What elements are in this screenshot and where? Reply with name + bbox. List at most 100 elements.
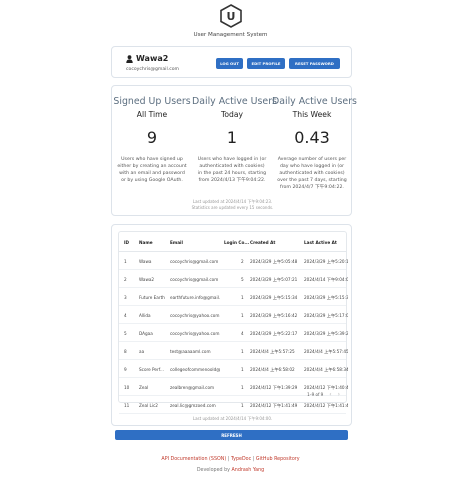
cell-id: 11 xyxy=(124,403,130,408)
cell-email: zeal.lic@gmzoed.com xyxy=(170,403,216,408)
user-name: Wawa2 xyxy=(136,54,169,63)
cell-login-count: 5 xyxy=(241,277,244,282)
user-email: cocoychris@gmail.com xyxy=(126,67,180,72)
cell-email: cocoychris@gmail.com xyxy=(170,277,219,282)
cell-created-at: 2024/3/29 上午5:22:17 xyxy=(250,331,298,336)
developer-link[interactable]: Andrash Yang xyxy=(232,468,265,473)
table-row[interactable]: 9 Score Perf... collegeofcommenoold@... 1 20… xyxy=(119,360,348,378)
next-page-icon[interactable]: › xyxy=(338,391,340,398)
stat-value: 9 xyxy=(146,128,158,147)
stat-dau-today: Daily Active Users Today 1 Users who hav… xyxy=(192,86,277,184)
stat-period: Today xyxy=(221,110,243,119)
column-header-created-at[interactable]: Created At xyxy=(250,240,300,245)
cell-email: zealbren@gmail.com xyxy=(170,385,215,390)
prev-page-icon[interactable]: ‹ xyxy=(329,391,331,398)
table-row[interactable]: 3 Future Earth earthfuture.info@gmail.c...… xyxy=(119,288,348,306)
cell-last-active: 2024/3/29 上午5:17:09 xyxy=(304,313,348,318)
cell-email: cocoychris@gmail.com xyxy=(170,259,219,264)
footer-developer: Developed by Andrash Yang xyxy=(0,468,461,473)
cell-login-count: 1 xyxy=(241,385,244,390)
app-title: User Management System xyxy=(193,32,268,38)
stat-title: Daily Active Users xyxy=(192,96,277,107)
table-row[interactable]: 2 Wawa2 cocoychris@gmail.com 5 2024/3/29 上午5… xyxy=(119,270,348,288)
cell-last-active: 2024/4/4 上午6:58:34 xyxy=(304,367,348,372)
cell-name: Zeal xyxy=(139,385,149,390)
column-header-name[interactable]: Name xyxy=(139,240,165,245)
cell-email: test@aaaaaml.com xyxy=(170,349,211,354)
table-row[interactable]: 8 aa test@aaaaaml.com 1 2024/4/4 上午5:57:25 20… xyxy=(119,342,348,360)
cell-login-count: 2 xyxy=(241,259,244,264)
cell-created-at: 2024/3/29 上午5:05:48 xyxy=(250,259,298,264)
cell-id: 8 xyxy=(124,349,127,354)
table-header: ID Name Email Login Co... Created At Las… xyxy=(119,232,346,252)
cell-login-count: 4 xyxy=(241,331,244,336)
user-icon xyxy=(126,54,133,63)
stat-dau-week: Daily Active Users This Week 0.43 Averag… xyxy=(272,86,357,191)
stat-period: All Time xyxy=(136,110,168,119)
user-card: Wawa2 cocoychris@gmail.com LOG OUT EDIT … xyxy=(111,46,352,78)
stat-value: 0.43 xyxy=(294,128,330,147)
cell-login-count: 1 xyxy=(241,403,244,408)
table-row[interactable]: 1 Wawa cocoychris@gmail.com 2 2024/3/29 上午5:… xyxy=(119,252,348,270)
cell-last-active: 2024/3/29 上午5:15:35 xyxy=(304,295,348,300)
cell-name: aa xyxy=(139,349,145,354)
cell-id: 10 xyxy=(124,385,130,390)
cell-id: 2 xyxy=(124,277,127,282)
header: U User Management System xyxy=(0,4,461,38)
column-header-email[interactable]: Email xyxy=(170,240,220,245)
app-logo-icon: U xyxy=(219,4,242,28)
github-link[interactable]: GitHub Repository xyxy=(256,457,300,462)
cell-last-active: 2024/4/4 上午5:57:45 xyxy=(304,349,348,354)
cell-created-at: 2024/4/4 上午6:58:02 xyxy=(250,367,295,372)
table-row[interactable]: 4 Allida cocoychris@yahoo.com 1 2024/3/29 上午… xyxy=(119,306,348,324)
stat-title: Daily Active Users xyxy=(272,96,357,107)
cell-login-count: 1 xyxy=(241,349,244,354)
cell-name: Score Perf... xyxy=(139,367,164,372)
footer-separator: | xyxy=(252,457,255,462)
cell-last-active: 2024/4/12 下午1:41:47 xyxy=(304,403,348,408)
cell-name: Future Earth xyxy=(139,295,165,300)
footer-separator: | xyxy=(227,457,230,462)
edit-profile-button[interactable]: EDIT PROFILE xyxy=(247,58,285,69)
cell-login-count: 1 xyxy=(241,313,244,318)
api-docs-link[interactable]: API Documentation (SSON) xyxy=(161,457,226,462)
table-row[interactable]: 11 Zeal Lic2 zeal.lic@gmzoed.com 1 2024/4/12… xyxy=(119,396,348,414)
typedoc-link[interactable]: TypeDoc xyxy=(231,457,251,462)
cell-last-active: 2024/4/14 下午9:04:07 xyxy=(304,277,348,282)
cell-last-active: 2024/3/29 上午5:20:15 xyxy=(304,259,348,264)
cell-created-at: 2024/3/29 上午5:07:21 xyxy=(250,277,298,282)
cell-created-at: 2024/3/29 上午5:15:34 xyxy=(250,295,298,300)
user-name-row: Wawa2 xyxy=(126,54,168,63)
column-header-last-active[interactable]: Last Active At xyxy=(304,240,348,245)
cell-created-at: 2024/4/4 上午5:57:25 xyxy=(250,349,295,354)
stat-signed-up: Signed Up Users All Time 9 Users who hav… xyxy=(112,86,192,184)
logout-button[interactable]: LOG OUT xyxy=(216,58,243,69)
cell-id: 5 xyxy=(124,331,127,336)
cell-id: 1 xyxy=(124,259,127,264)
stats-card: Signed Up Users All Time 9 Users who hav… xyxy=(111,85,357,216)
cell-name: DAgaa xyxy=(139,331,153,336)
cell-email: earthfuture.info@gmail.c... xyxy=(170,295,220,300)
cell-last-active: 2024/3/29 上午5:39:27 xyxy=(304,331,348,336)
pagination-range: 1–9 of 9 xyxy=(307,392,324,397)
reset-password-button[interactable]: RESET PASSWORD xyxy=(289,58,340,69)
cell-login-count: 1 xyxy=(241,295,244,300)
table-row[interactable]: 5 DAgaa cocoychris@yahoo.com... 4 2024/3/29 … xyxy=(119,324,348,342)
column-header-id[interactable]: ID xyxy=(124,240,134,245)
cell-created-at: 2024/3/29 上午5:16:42 xyxy=(250,313,298,318)
cell-id: 9 xyxy=(124,367,127,372)
stats-note-text: Statistics are updated every 15 seconds. xyxy=(191,205,274,210)
column-header-login-count[interactable]: Login Co... xyxy=(224,240,249,245)
refresh-button[interactable]: REFRESH xyxy=(115,430,348,440)
pagination: 1–9 of 9 ‹ › xyxy=(307,391,340,398)
stat-description: Users who have signed up either by creat… xyxy=(117,157,187,183)
cell-name: Wawa2 xyxy=(139,277,155,282)
cell-name: Allida xyxy=(139,313,151,318)
users-table-card: ID Name Email Login Co... Created At Las… xyxy=(111,224,352,426)
cell-email: cocoychris@yahoo.com xyxy=(170,313,220,318)
cell-id: 4 xyxy=(124,313,127,318)
logo-letter: U xyxy=(226,10,235,23)
cell-created-at: 2024/4/12 下午1:39:29 xyxy=(250,385,298,390)
cell-email: cocoychris@yahoo.com... xyxy=(170,331,220,336)
stat-period: This Week xyxy=(292,110,332,119)
